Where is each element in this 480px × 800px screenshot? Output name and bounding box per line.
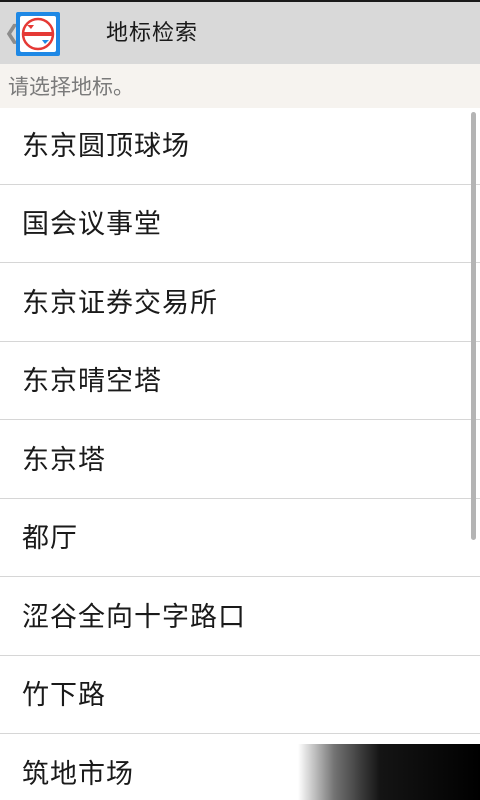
tokyo-metro-logo-icon bbox=[20, 16, 56, 52]
prompt-text: 请选择地标。 bbox=[8, 75, 134, 99]
list-scrollbar[interactable] bbox=[471, 112, 476, 540]
list-item-label: 竹下路 bbox=[22, 680, 106, 711]
list-item-label: 东京塔 bbox=[22, 445, 106, 476]
app-logo-icon[interactable] bbox=[16, 12, 60, 56]
list-item[interactable]: 国会议事堂 bbox=[0, 186, 480, 263]
list-item-label: 涩谷全向十字路口 bbox=[22, 602, 246, 633]
list-item[interactable]: 东京证券交易所 bbox=[0, 265, 480, 342]
list-item[interactable]: 涩谷全向十字路口 bbox=[0, 579, 480, 656]
list-item-label: 筑地市场 bbox=[22, 759, 134, 790]
list-item-label: 东京晴空塔 bbox=[22, 366, 162, 397]
list-item[interactable]: 东京晴空塔 bbox=[0, 343, 480, 420]
list-item[interactable]: 东京塔 bbox=[0, 422, 480, 499]
list-item[interactable]: 都厅 bbox=[0, 500, 480, 577]
landmark-list[interactable]: 东京圆顶球场 国会议事堂 东京证券交易所 东京晴空塔 东京塔 都厅 涩谷全向十字… bbox=[0, 108, 480, 800]
prompt-banner: 请选择地标。 bbox=[0, 64, 480, 108]
page-title: 地标检索 bbox=[106, 21, 199, 46]
list-item-label: 东京圆顶球场 bbox=[22, 131, 190, 162]
list-item-label: 国会议事堂 bbox=[22, 209, 162, 240]
list-item-label: 都厅 bbox=[22, 523, 78, 554]
list-item-label: 东京证券交易所 bbox=[22, 288, 218, 319]
action-bar: ❮ 地标检索 bbox=[0, 2, 480, 64]
list-item[interactable]: 竹下路 bbox=[0, 657, 480, 734]
list-item[interactable]: 东京圆顶球场 bbox=[0, 108, 480, 185]
watermark-overlay bbox=[298, 744, 480, 800]
